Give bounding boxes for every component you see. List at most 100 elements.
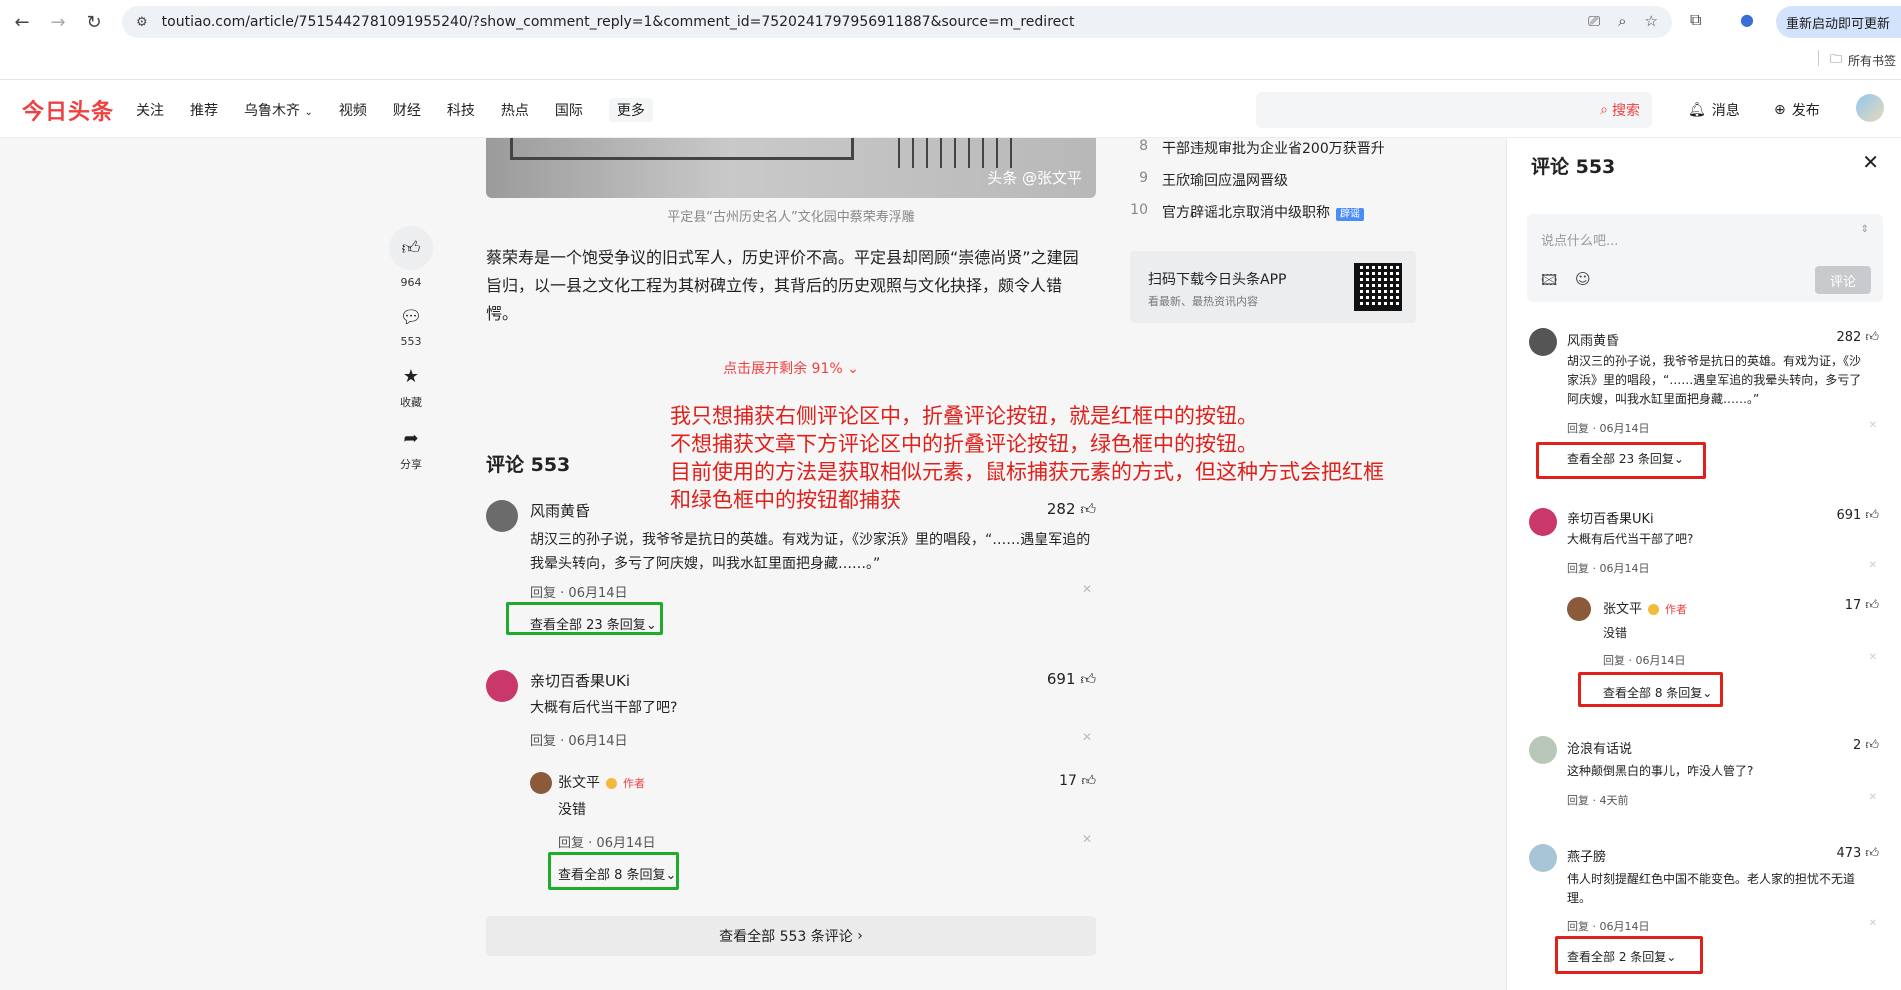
address-bar[interactable]: ⚙ toutiao.com/article/751544278109195524… <box>122 6 1672 38</box>
avatar[interactable] <box>1567 597 1591 621</box>
hot-rank: 10 <box>1130 202 1148 218</box>
image-caption: 平定县“古州历史名人”文化园中蔡荣寿浮雕 <box>667 210 915 225</box>
hot-rank: 8 <box>1139 138 1148 154</box>
zoom-icon[interactable]: ⌕ <box>1618 12 1626 30</box>
close-icon[interactable]: ✕ <box>1869 420 1877 431</box>
close-icon[interactable]: ✕ <box>1862 150 1879 174</box>
forward-arrow-icon[interactable]: → <box>44 8 72 36</box>
reply-like-button[interactable]: 17 👍︎ <box>1845 598 1879 613</box>
url-text: toutiao.com/article/7515442781091955240/… <box>161 14 1075 30</box>
reply-author[interactable]: 张文平 作者 <box>1603 598 1687 617</box>
comment-author[interactable]: 亲切百香果UKi <box>530 670 630 691</box>
nav-more[interactable]: 更多 <box>608 98 653 122</box>
profile-icon[interactable]: ● <box>1740 10 1754 29</box>
favorite-action[interactable]: ★ 收藏 <box>388 366 434 410</box>
reply-author[interactable]: 张文平 作者 <box>558 772 645 792</box>
comment-like-button[interactable]: 691 👍︎ <box>1047 670 1096 689</box>
avatar[interactable] <box>1529 328 1557 356</box>
reply-button[interactable]: 回复 <box>1567 422 1589 435</box>
comment-like-button[interactable]: 282 👍︎ <box>1047 500 1096 519</box>
restart-update-button[interactable]: 重新启动即可更新 <box>1776 6 1901 38</box>
comment-meta: 回复 · 06月14日 <box>530 586 628 601</box>
nav-city[interactable]: 乌鲁木齐 ⌄ <box>244 100 313 122</box>
comment-like-button[interactable]: 473 👍︎ <box>1836 846 1879 861</box>
close-icon[interactable]: ✕ <box>1869 560 1877 571</box>
favorite-label: 收藏 <box>400 396 422 409</box>
extensions-icon[interactable]: ⧉ <box>1690 10 1701 30</box>
close-icon[interactable]: ✕ <box>1082 730 1092 744</box>
comment-author[interactable]: 风雨黄昏 <box>530 500 590 521</box>
avatar[interactable] <box>1529 508 1557 536</box>
avatar[interactable] <box>1529 736 1557 764</box>
view-all-comments-button[interactable]: 查看全部 553 条评论 › <box>486 916 1096 956</box>
reply-button[interactable]: 回复 <box>558 836 584 851</box>
expand-article-button[interactable]: 点击展开剩余 91% ⌄ <box>486 358 1096 378</box>
search-button[interactable]: ⌕ 搜索 <box>1600 100 1640 120</box>
hot-list-item[interactable]: 10 官方辟谣北京取消中级职称 辟谣 <box>1128 202 1364 222</box>
reply-meta: 回复 · 06月14日 <box>558 836 656 851</box>
nav-city-label: 乌鲁木齐 <box>244 103 300 119</box>
comment-action[interactable]: 💬︎ 553 <box>388 307 434 348</box>
nav-tech[interactable]: 科技 <box>447 100 475 122</box>
messages-button[interactable]: 🔔︎ 消息 <box>1688 100 1740 120</box>
share-action[interactable]: ➦ 分享 <box>388 428 434 472</box>
reply-button[interactable]: 回复 <box>530 734 556 749</box>
share-icon: ➦ <box>403 428 419 449</box>
reply-like-button[interactable]: 17 👍︎ <box>1059 772 1096 789</box>
comment-author[interactable]: 亲切百香果UKi <box>1567 508 1654 527</box>
comment-like-button[interactable]: 691 👍︎ <box>1836 508 1879 523</box>
nav-international[interactable]: 国际 <box>555 100 583 122</box>
comment-input-placeholder: 说点什么吧... <box>1541 234 1619 249</box>
hot-list-item[interactable]: 8 干部违规审批为企业省200万获晋升 <box>1134 138 1385 158</box>
site-info-icon[interactable]: ⚙ <box>136 15 148 30</box>
reply-button[interactable]: 回复 <box>1567 794 1589 807</box>
emoji-icon[interactable]: ☺ <box>1575 270 1591 288</box>
reply-button[interactable]: 回复 <box>530 586 556 601</box>
nav-finance[interactable]: 财经 <box>393 100 421 122</box>
nav-video[interactable]: 视频 <box>339 100 367 122</box>
download-app-box[interactable]: 扫码下载今日头条APP 看最新、最热资讯内容 <box>1130 251 1416 323</box>
nav-follow[interactable]: 关注 <box>136 100 164 122</box>
reload-icon[interactable]: ↻ <box>80 8 108 36</box>
close-icon[interactable]: ✕ <box>1869 652 1877 663</box>
article-comments-title: 评论 553 <box>486 454 571 476</box>
close-icon[interactable]: ✕ <box>1082 832 1092 846</box>
bookmark-star-icon[interactable]: ☆ <box>1645 12 1658 30</box>
install-app-icon[interactable]: ⎚ <box>1588 12 1600 30</box>
avatar[interactable] <box>486 670 518 702</box>
panel-title: 评论 553 <box>1531 156 1616 178</box>
comment-like-button[interactable]: 2 👍︎ <box>1853 738 1879 753</box>
submit-comment-button[interactable]: 评论 <box>1815 266 1871 294</box>
comment-author[interactable]: 沧浪有话说 <box>1567 738 1632 757</box>
back-arrow-icon[interactable]: ← <box>8 8 36 36</box>
avatar[interactable] <box>486 500 518 532</box>
search-input[interactable]: ⌕ 搜索 <box>1256 92 1652 128</box>
close-icon[interactable]: ✕ <box>1869 792 1877 803</box>
hot-list-item[interactable]: 9 王欣瑜回应温网晋级 <box>1134 170 1288 190</box>
close-icon[interactable]: ✕ <box>1869 918 1877 929</box>
publish-button[interactable]: ⊕ 发布 <box>1774 100 1820 120</box>
all-bookmarks-button[interactable]: 🗀 所有书签 <box>1830 50 1896 71</box>
reply-text: 没错 <box>558 802 586 818</box>
comment-like-button[interactable]: 282 👍︎ <box>1836 330 1879 345</box>
close-icon[interactable]: ✕ <box>1082 582 1092 596</box>
comment-author[interactable]: 风雨黄昏 <box>1567 330 1619 349</box>
green-highlight-box <box>506 602 663 635</box>
toutiao-logo[interactable]: 今日头条 <box>22 94 114 126</box>
nav-hot[interactable]: 热点 <box>501 100 529 122</box>
avatar[interactable] <box>530 772 552 794</box>
reply-button[interactable]: 回复 <box>1567 562 1589 575</box>
nav-recommend[interactable]: 推荐 <box>190 100 218 122</box>
bookmarks-divider <box>1818 50 1819 66</box>
like-action[interactable]: 👍︎ 964 <box>388 226 434 289</box>
comment-author[interactable]: 燕子膀 <box>1567 846 1606 865</box>
image-icon[interactable]: 🖾 <box>1541 270 1557 295</box>
comment-input[interactable]: 说点什么吧... ⇕ 🖾 ☺ 评论 <box>1527 214 1883 302</box>
avatar[interactable] <box>1529 844 1557 872</box>
article-paragraph: 蔡荣寿是一个饱受争议的旧式军人，历史评价不高。平定县却罔顾“崇德尚贤”之建园旨归… <box>486 248 1079 323</box>
reply-button[interactable]: 回复 <box>1567 920 1589 933</box>
user-avatar[interactable] <box>1856 94 1884 122</box>
messages-label: 消息 <box>1711 103 1740 119</box>
like-count: 2 <box>1852 738 1862 753</box>
reply-button[interactable]: 回复 <box>1603 654 1625 667</box>
